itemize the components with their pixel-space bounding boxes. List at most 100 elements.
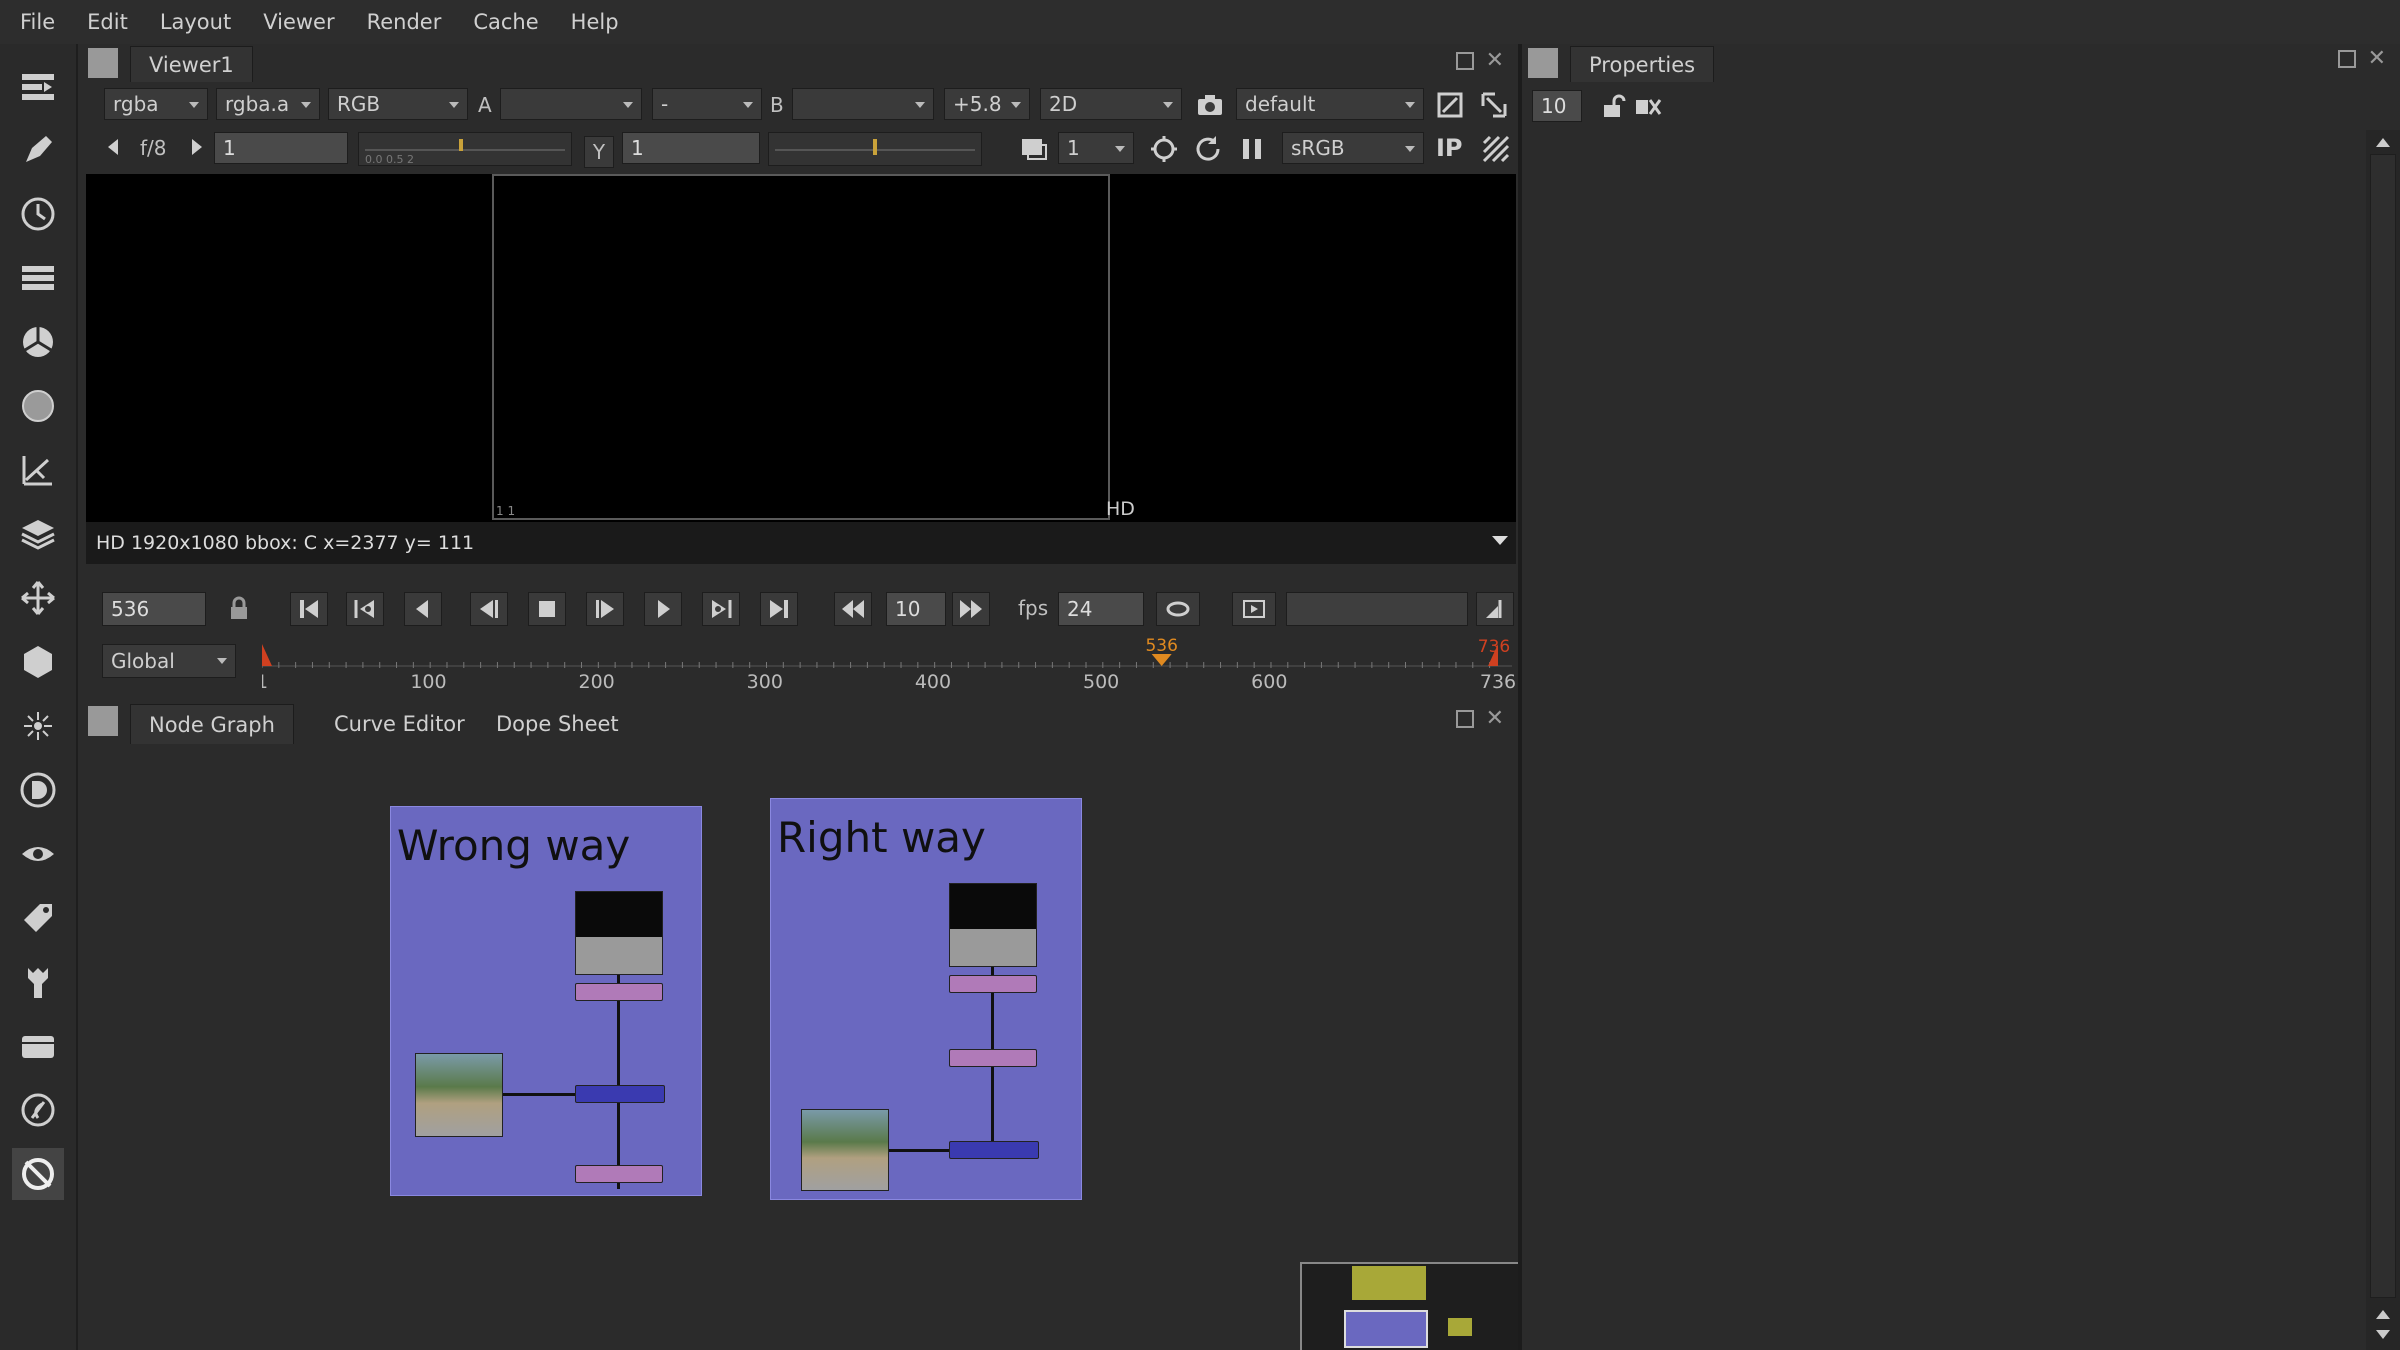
play-backward-icon[interactable] <box>470 592 508 626</box>
skip-forward-icon[interactable] <box>952 592 990 626</box>
pause-icon[interactable] <box>1234 132 1270 166</box>
float-panel-icon[interactable] <box>2338 50 2356 68</box>
scroll-down-icon[interactable] <box>2376 1330 2390 1339</box>
goto-end-icon[interactable] <box>760 592 798 626</box>
gizmo-plugin-icon[interactable] <box>12 1148 64 1200</box>
display-lut-dropdown[interactable]: sRGB <box>1282 132 1424 164</box>
close-panel-icon[interactable]: ✕ <box>1486 706 1504 731</box>
camera-icon[interactable] <box>1192 88 1228 122</box>
max-panels-field[interactable]: 10 <box>1532 90 1582 122</box>
tab-node-graph[interactable]: Node Graph <box>130 704 294 744</box>
roi-crop-icon[interactable] <box>1476 88 1512 122</box>
input-b-dropdown[interactable] <box>792 88 934 120</box>
alpha-channel-dropdown[interactable]: rgba.a <box>216 88 320 120</box>
panel-menu-icon[interactable] <box>1528 48 1558 78</box>
timeline-options-icon[interactable] <box>1476 592 1514 626</box>
filter-circle-icon[interactable] <box>12 380 64 432</box>
transform-move-icon[interactable] <box>12 572 64 624</box>
scroll-track[interactable] <box>2370 154 2396 1298</box>
next-keyframe-icon[interactable] <box>702 592 740 626</box>
prev-frame-icon[interactable] <box>404 592 442 626</box>
close-panel-icon[interactable]: ✕ <box>2368 46 2386 71</box>
fstop-increase-icon[interactable] <box>188 136 206 158</box>
tab-viewer1[interactable]: Viewer1 <box>130 46 253 82</box>
other-wrench-icon[interactable] <box>12 956 64 1008</box>
menu-render[interactable]: Render <box>367 10 442 34</box>
menu-cache[interactable]: Cache <box>473 10 538 34</box>
node-merge-blue[interactable] <box>949 1141 1039 1159</box>
current-frame-field[interactable]: 536 <box>102 592 206 626</box>
overlay-icon[interactable] <box>1432 88 1468 122</box>
info-expand-icon[interactable] <box>1492 536 1508 545</box>
3d-cube-icon[interactable] <box>12 636 64 688</box>
playback-progress-field[interactable] <box>1286 592 1468 626</box>
gain-slider[interactable]: 0.0 0.5 2 <box>358 132 572 166</box>
gamma-slider[interactable] <box>768 132 982 166</box>
node-pink-2[interactable] <box>575 1165 663 1183</box>
toolsets-folder-icon[interactable] <box>12 1020 64 1072</box>
next-frame-icon[interactable] <box>644 592 682 626</box>
colorspace-dropdown[interactable]: RGB <box>328 88 468 120</box>
read-node-top[interactable] <box>949 883 1037 967</box>
fps-field[interactable]: 24 <box>1058 592 1144 626</box>
keyer-icon[interactable] <box>12 444 64 496</box>
frame-increment-field[interactable]: 10 <box>886 592 946 626</box>
wipe-stripes-icon[interactable] <box>1478 132 1514 166</box>
panel-menu-icon[interactable] <box>88 706 118 736</box>
menu-layout[interactable]: Layout <box>160 10 231 34</box>
gamma-field[interactable]: 1 <box>622 132 760 164</box>
lut-dropdown[interactable]: default <box>1236 88 1424 120</box>
loop-mode-icon[interactable] <box>1156 592 1200 626</box>
node-pink-2[interactable] <box>949 1049 1037 1067</box>
deep-d-icon[interactable] <box>12 764 64 816</box>
close-panel-icon[interactable]: ✕ <box>1486 48 1504 73</box>
panel-menu-icon[interactable] <box>88 48 118 78</box>
furnace-icon[interactable] <box>12 1084 64 1136</box>
zoom-dropdown[interactable]: +5.8 <box>944 88 1030 120</box>
read-node-plate[interactable] <box>415 1053 503 1137</box>
merge-layers-icon[interactable] <box>12 508 64 560</box>
flipbook-icon[interactable] <box>1232 592 1276 626</box>
refresh-icon[interactable] <box>1190 132 1226 166</box>
scroll-up-icon[interactable] <box>2376 138 2390 147</box>
prev-keyframe-icon[interactable] <box>346 592 384 626</box>
viewer-canvas[interactable]: 1 1 HD <box>86 174 1516 522</box>
timeline-slider[interactable]: 1 100 200 300 400 500 600 736 736 536 <box>256 636 1516 693</box>
input-process-toggle[interactable]: IP <box>1436 134 1463 162</box>
stop-icon[interactable] <box>528 592 566 626</box>
time-clock-icon[interactable] <box>12 188 64 240</box>
gain-slider-handle[interactable] <box>459 139 463 151</box>
input-a-dropdown[interactable] <box>500 88 642 120</box>
node-merge-blue[interactable] <box>575 1085 665 1103</box>
tab-dope-sheet[interactable]: Dope Sheet <box>478 706 637 742</box>
metadata-tag-icon[interactable] <box>12 892 64 944</box>
compare-op-dropdown[interactable]: - <box>652 88 762 120</box>
node-pink-1[interactable] <box>575 983 663 1001</box>
menu-edit[interactable]: Edit <box>87 10 128 34</box>
skip-back-icon[interactable] <box>834 592 872 626</box>
proxy-icon[interactable] <box>1016 132 1052 166</box>
channel-stack-icon[interactable] <box>12 252 64 304</box>
clear-panels-icon[interactable] <box>1634 94 1664 120</box>
read-node-top[interactable] <box>575 891 663 975</box>
play-forward-icon[interactable] <box>586 592 624 626</box>
channels-dropdown[interactable]: rgba <box>104 88 208 120</box>
node-pink-1[interactable] <box>949 975 1037 993</box>
fstop-decrease-icon[interactable] <box>104 136 122 158</box>
node-graph-minimap[interactable] <box>1300 1262 1518 1350</box>
view-mode-dropdown[interactable]: 2D <box>1040 88 1182 120</box>
in-point-marker[interactable] <box>262 644 272 666</box>
lock-properties-icon[interactable] <box>1600 94 1626 120</box>
menu-file[interactable]: File <box>20 10 55 34</box>
scroll-up-small-icon[interactable] <box>2376 1310 2390 1319</box>
color-wheel-icon[interactable] <box>12 316 64 368</box>
float-panel-icon[interactable] <box>1456 52 1474 70</box>
backdrop-right-way[interactable]: Right way <box>770 798 1082 1200</box>
tab-curve-editor[interactable]: Curve Editor <box>316 706 483 742</box>
properties-scrollbar[interactable] <box>2366 130 2400 1350</box>
goto-start-icon[interactable] <box>290 592 328 626</box>
pause-update-gear-icon[interactable] <box>1146 132 1182 166</box>
frame-range-mode-dropdown[interactable]: Global <box>102 644 236 678</box>
minimap-viewport[interactable] <box>1344 1310 1428 1348</box>
gamma-slider-handle[interactable] <box>873 139 877 155</box>
